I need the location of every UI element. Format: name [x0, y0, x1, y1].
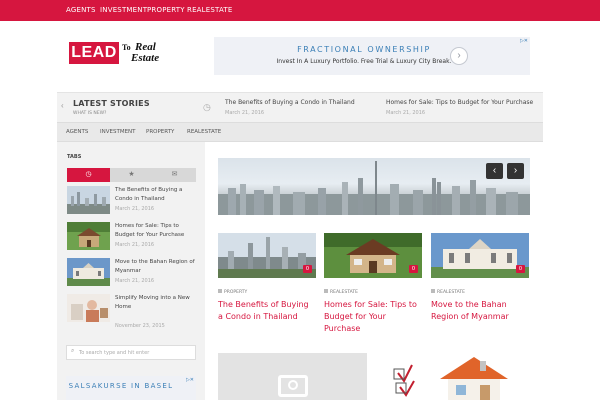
- main-nav: AGENTS INVESTMENT PROPERTY REALESTATE: [57, 122, 543, 142]
- tab-recent-clock-icon[interactable]: ◷: [67, 168, 110, 182]
- ad-choices-icon[interactable]: ▷✕: [186, 377, 194, 383]
- top-nav-agents[interactable]: AGENTS: [66, 0, 96, 21]
- post-date: November 23, 2015: [115, 323, 165, 329]
- sidebar: TABS ◷ ★ ✉ The Benefits of Buying a Cond…: [57, 142, 205, 400]
- featured-slider[interactable]: ‹ ›: [218, 158, 530, 215]
- post-title[interactable]: Move to the Bahan Region of Myanmar: [115, 258, 195, 276]
- header-ad[interactable]: FRACTIONAL OWNERSHIP Invest In A Luxury …: [214, 37, 530, 75]
- post-title[interactable]: Homes for Sale: Tips to Budget for Your …: [115, 222, 195, 240]
- post-title[interactable]: Simplify Moving into a New Home: [115, 294, 195, 312]
- comment-count-badge[interactable]: 0: [408, 265, 418, 273]
- main-nav-realestate[interactable]: REALESTATE: [187, 123, 221, 142]
- post-thumbnail[interactable]: [67, 258, 110, 286]
- article-title[interactable]: The Benefits of Buying a Condo in Thaila…: [218, 299, 316, 323]
- latest-title: LATEST STORIES: [73, 99, 150, 108]
- sidebar-ad[interactable]: SALSAKURSE IN BASEL ▷✕: [66, 376, 196, 400]
- camera-lens-icon: [288, 380, 298, 390]
- article-title[interactable]: Move to the Bahan Region of Myanmar: [431, 299, 529, 323]
- article-category-label[interactable]: REALESTATE: [437, 290, 465, 295]
- main-nav-property[interactable]: PROPERTY: [146, 123, 174, 142]
- search-input[interactable]: ⌕ To search type and hit enter: [66, 345, 196, 360]
- comment-count-badge[interactable]: 0: [302, 265, 312, 273]
- tab-popular-star-icon[interactable]: ★: [110, 168, 153, 182]
- sidebar-post[interactable]: Simplify Moving into a New Home November…: [67, 294, 196, 329]
- latest-story-2[interactable]: Homes for Sale: Tips to Budget for Your …: [386, 99, 533, 106]
- sidebar-ad-text: SALSAKURSE IN BASEL: [68, 382, 174, 390]
- sidebar-post[interactable]: Move to the Bahan Region of Myanmar Marc…: [67, 258, 196, 292]
- search-placeholder: To search type and hit enter: [79, 350, 150, 356]
- latest-story-2-date: March 21, 2016: [386, 110, 426, 116]
- chevron-left-icon: ‹: [61, 101, 64, 110]
- sidebar-post[interactable]: Homes for Sale: Tips to Budget for Your …: [67, 222, 196, 256]
- tabs-widget-title: TABS: [67, 154, 82, 160]
- clock-icon: ◷: [203, 102, 211, 112]
- ad-arrow-button[interactable]: ›: [450, 47, 468, 65]
- search-icon: ⌕: [71, 348, 75, 354]
- skyline-image: [218, 161, 530, 215]
- article-image[interactable]: [218, 233, 316, 278]
- top-nav-investment[interactable]: INVESTMENT: [100, 0, 147, 21]
- post-date: March 21, 2016: [115, 242, 155, 248]
- site-logo[interactable]: LEAD To Real Estate: [69, 41, 169, 67]
- post-date: March 21, 2016: [115, 278, 155, 284]
- post-thumbnail[interactable]: [67, 294, 110, 322]
- slider-next-button[interactable]: ›: [507, 163, 524, 179]
- article-category-label[interactable]: REALESTATE: [330, 290, 358, 295]
- ad-choices-icon[interactable]: ▷✕: [520, 38, 528, 44]
- comment-count-badge[interactable]: 0: [515, 265, 525, 273]
- ad-subtext: Invest In A Luxury Portfolio. Free Trial…: [276, 58, 452, 65]
- article-category-label[interactable]: PROPERTY: [224, 290, 247, 295]
- ad-headline: FRACTIONAL OWNERSHIP: [297, 45, 431, 54]
- post-date: March 21, 2016: [115, 206, 155, 212]
- house-illustration: [393, 357, 508, 400]
- logo-to: To: [122, 43, 131, 52]
- top-nav: AGENTS INVESTMENT PROPERTY REALESTATE: [0, 0, 600, 21]
- logo-lead: LEAD: [69, 42, 119, 64]
- slider-prev-button[interactable]: ‹: [486, 163, 503, 179]
- article-category[interactable]: REALESTATE: [324, 289, 358, 295]
- post-thumbnail[interactable]: [67, 186, 110, 214]
- article-category[interactable]: PROPERTY: [218, 289, 247, 295]
- sidebar-post[interactable]: The Benefits of Buying a Condo in Thaila…: [67, 186, 196, 220]
- top-nav-realestate[interactable]: REALESTATE: [187, 0, 233, 21]
- image-placeholder[interactable]: [218, 353, 367, 400]
- latest-stories-bar: ‹ LATEST STORIES WHAT IS NEW? ◷ The Bene…: [57, 92, 543, 122]
- main-nav-investment[interactable]: INVESTMENT: [100, 123, 136, 142]
- house-image[interactable]: [380, 353, 530, 400]
- article-category[interactable]: REALESTATE: [431, 289, 465, 295]
- article-image[interactable]: [324, 233, 422, 278]
- main-nav-agents[interactable]: AGENTS: [66, 123, 88, 142]
- article-image[interactable]: [431, 233, 529, 278]
- tab-comments-icon[interactable]: ✉: [153, 168, 196, 182]
- latest-story-1-date: March 21, 2016: [225, 110, 265, 116]
- tabs-bar: ◷ ★ ✉: [67, 168, 196, 182]
- top-nav-property[interactable]: PROPERTY: [147, 0, 185, 21]
- latest-subtitle: WHAT IS NEW?: [73, 111, 107, 116]
- logo-estate: Estate: [131, 52, 160, 64]
- post-thumbnail[interactable]: [67, 222, 110, 250]
- article-title[interactable]: Homes for Sale: Tips to Budget for Your …: [324, 299, 422, 335]
- post-title[interactable]: The Benefits of Buying a Condo in Thaila…: [115, 186, 195, 204]
- latest-story-1[interactable]: The Benefits of Buying a Condo in Thaila…: [225, 99, 355, 106]
